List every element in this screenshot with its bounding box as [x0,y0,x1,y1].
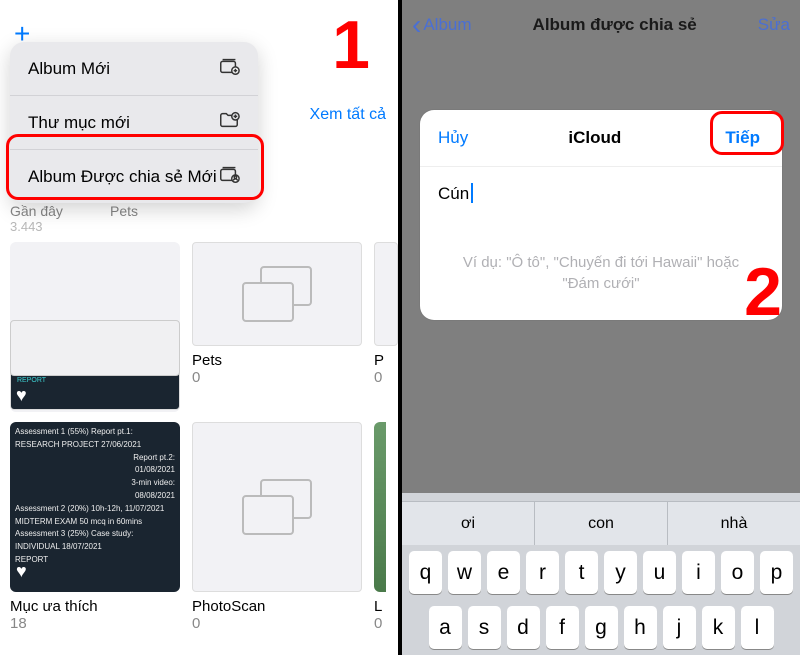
key[interactable]: t [565,551,598,594]
key[interactable]: s [468,606,501,649]
key-row-1: q w e r t y u i o p [402,545,800,600]
faded-row: Gần đây 3.443 Pets [10,200,398,234]
key[interactable]: j [663,606,696,649]
heart-icon: ♥ [16,557,27,586]
key[interactable]: h [624,606,657,649]
faded-recent-count: 3.443 [10,219,98,234]
key[interactable]: w [448,551,481,594]
album-count: 18 [10,615,180,632]
faded-recent-title: Gần đây [10,203,98,219]
key[interactable]: y [604,551,637,594]
new-folder-icon [218,109,240,136]
key[interactable]: q [409,551,442,594]
step-badge-2: 2 [744,253,782,331]
panel-step-1: 1 + Album Mới Thư mục mới Album Được chi… [0,0,398,655]
faded-pets-title: Pets [110,203,198,219]
key[interactable]: i [682,551,715,594]
key[interactable]: o [721,551,754,594]
new-album-icon [218,55,240,82]
suggestion[interactable]: ơi [402,502,535,545]
album-item-favorites[interactable]: Assessment 1 (55%) Report pt.1: RESEARCH… [10,422,180,632]
suggestion-bar: ơi con nhà [402,501,800,545]
album-count: 0 [192,615,362,632]
key[interactable]: f [546,606,579,649]
key[interactable]: d [507,606,540,649]
menu-label: Thư mục mới [28,112,218,133]
key[interactable]: k [702,606,735,649]
thumb-back [10,320,180,376]
key[interactable]: e [487,551,520,594]
album-title: P [374,352,386,369]
empty-stack-icon [242,479,312,535]
panel-step-2: 2 ‹ Album Album được chia sẻ Sửa Hủy iCl… [402,0,800,655]
suggestion[interactable]: nhà [668,502,800,545]
album-count: 0 [192,369,362,386]
album-clip [374,242,398,346]
keyboard: ơi con nhà q w e r t y u i o p a s d f g… [402,493,800,655]
album-item-photoscan[interactable]: PhotoScan 0 [192,422,362,632]
menu-item-shared-album[interactable]: Album Được chia sẻ Mới [10,150,258,203]
menu-label: Album Mới [28,58,218,79]
key[interactable]: r [526,551,559,594]
album-title: L [374,598,386,615]
modal-title: iCloud [568,128,621,148]
create-menu: Album Mới Thư mục mới Album Được chia sẻ… [10,42,258,203]
key-row-2: a s d f g h j k l [402,600,800,655]
nav-back-label: Album [423,15,471,35]
thumb-full: Assessment 1 (55%) Report pt.1: RESEARCH… [10,422,180,592]
album-title: Mục ưa thích [10,598,180,615]
empty-stack-icon [242,266,312,322]
album-row-2: Assessment 1 (55%) Report pt.1: RESEARCH… [10,422,398,632]
modal-header: Hủy iCloud Tiếp [420,110,782,167]
key[interactable]: l [741,606,774,649]
album-name-input[interactable]: Cún [438,184,469,203]
shared-album-icon [218,163,240,190]
see-all-link[interactable]: Xem tất cả [310,106,386,124]
key[interactable]: p [760,551,793,594]
nav-edit-button[interactable]: Sửa [758,15,790,35]
menu-item-new-album[interactable]: Album Mới [10,42,258,96]
album-clip [374,422,386,592]
key[interactable]: g [585,606,618,649]
modal-body: Cún Ví dụ: "Ô tô", "Chuyến đi tới Hawaii… [420,167,782,320]
menu-label: Album Được chia sẻ Mới [28,166,218,187]
nav-bar: ‹ Album Album được chia sẻ Sửa [402,0,800,50]
album-title: PhotoScan [192,598,362,615]
menu-item-new-folder[interactable]: Thư mục mới [10,96,258,150]
placeholder-hint: Ví dụ: "Ô tô", "Chuyến đi tới Hawaii" ho… [438,204,764,312]
nav-title: Album được chia sẻ [533,15,697,35]
step-badge-1: 1 [332,6,370,84]
text-cursor [471,183,473,203]
nav-back-button[interactable]: ‹ Album [412,9,472,41]
album-count: 0 [374,369,386,386]
key[interactable]: u [643,551,676,594]
album-count: 0 [374,615,386,632]
heart-icon: ♥ [16,385,27,406]
key[interactable]: a [429,606,462,649]
suggestion[interactable]: con [535,502,668,545]
icloud-name-modal: Hủy iCloud Tiếp Cún Ví dụ: "Ô tô", "Chuy… [420,110,782,320]
cancel-button[interactable]: Hủy [438,128,468,148]
chevron-left-icon: ‹ [412,9,421,41]
next-button[interactable]: Tiếp [721,122,764,154]
album-title: Pets [192,352,362,369]
